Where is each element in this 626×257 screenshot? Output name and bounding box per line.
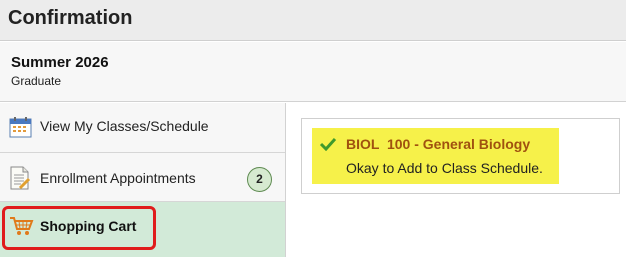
status-message: Okay to Add to Class Schedule. — [346, 160, 543, 176]
sidebar-item-enrollment-appointments[interactable]: Enrollment Appointments 2 — [0, 153, 285, 202]
result-highlight: BIOL 100 - General Biology Okay to Add t… — [312, 128, 559, 184]
term-info: Summer 2026 Graduate — [0, 42, 626, 102]
checkmark-icon — [319, 137, 337, 156]
shopping-cart-icon — [9, 215, 35, 242]
sidebar-item-label: Enrollment Appointments — [40, 170, 196, 186]
course-title: BIOL 100 - General Biology — [346, 136, 531, 152]
term-career: Graduate — [11, 74, 62, 88]
term-name: Summer 2026 — [11, 54, 109, 71]
sidebar-item-label: View My Classes/Schedule — [40, 118, 209, 134]
sidebar: View My Classes/Schedule Enrollment Appo… — [0, 103, 286, 257]
enrollment-result-panel: BIOL 100 - General Biology Okay to Add t… — [301, 118, 620, 194]
sidebar-item-shopping-cart[interactable]: Shopping Cart — [0, 202, 285, 257]
calendar-icon — [9, 116, 32, 143]
page-title: Confirmation — [8, 7, 133, 29]
sidebar-item-view-my-classes[interactable]: View My Classes/Schedule — [0, 103, 285, 153]
appointments-count-badge: 2 — [247, 167, 272, 192]
page-header: Confirmation — [0, 0, 626, 41]
document-icon — [9, 166, 31, 195]
sidebar-item-label: Shopping Cart — [40, 218, 137, 234]
